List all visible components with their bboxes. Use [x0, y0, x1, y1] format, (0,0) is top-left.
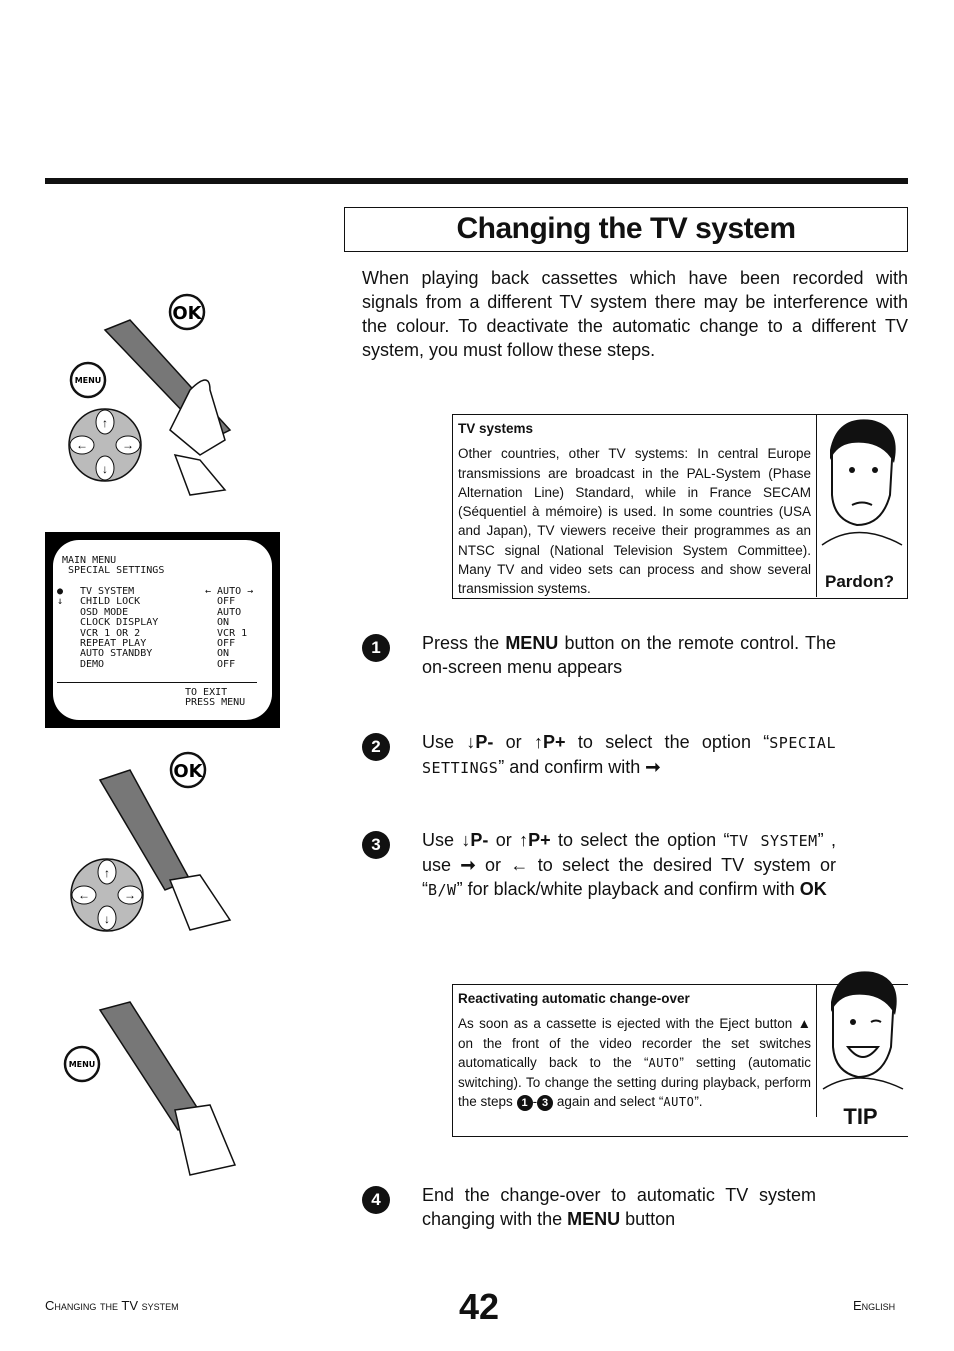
pardon-note-body: Other countries, other TV systems: In ce…	[458, 446, 811, 597]
step-number: 1	[362, 634, 390, 662]
p-minus-key: ↓P-	[466, 732, 494, 752]
remote-illustration-1: OK MENU ↑ ↓ ← →	[60, 290, 270, 500]
left-arrow-icon: ←	[510, 855, 529, 875]
step-ref-1: 1	[516, 1095, 533, 1112]
step-ref-3: 3	[537, 1095, 554, 1112]
step-number: 3	[362, 831, 390, 859]
tip-note: Reactivating automatic change-over As so…	[452, 971, 908, 1137]
osd-divider	[57, 682, 257, 683]
tip-note-body: As soon as a cassette is ejected with th…	[458, 1016, 812, 1112]
confused-mascot-icon	[821, 419, 903, 546]
pardon-note-heading: TV systems	[458, 421, 534, 436]
svg-text:→: →	[124, 888, 136, 902]
page-title: Changing the TV system	[456, 212, 796, 245]
osd-subtitle: SPECIAL SETTINGS	[62, 565, 165, 576]
pardon-label: Pardon?	[825, 572, 894, 591]
osd-row-label: DEMO	[80, 658, 105, 670]
p-plus-key: ↑P+	[534, 732, 566, 752]
remote-illustration-2: OK ↑ ↓ ← →	[60, 750, 270, 950]
svg-text:↓: ↓	[104, 912, 110, 926]
smiling-mascot-icon	[822, 971, 904, 1090]
remote-illustration-3: MENU	[60, 990, 260, 1190]
osd-row-marker: ↓	[57, 596, 64, 608]
svg-text:→: →	[122, 438, 134, 452]
osd-exit-line2: PRESS MENU	[185, 697, 246, 708]
eject-icon: ▲	[797, 1016, 811, 1032]
tip-label: TIP	[843, 1104, 878, 1129]
menu-key: MENU	[567, 1209, 621, 1229]
menu-key: MENU	[505, 633, 559, 653]
p-plus-key: ↑P+	[519, 830, 551, 850]
tip-note-heading: Reactivating automatic change-over	[458, 991, 690, 1006]
svg-text:↑: ↑	[102, 416, 108, 430]
svg-text:↓: ↓	[102, 462, 108, 476]
osd-row-value: OFF	[205, 658, 236, 670]
ok-key: OK	[799, 879, 827, 899]
svg-text:↑: ↑	[104, 866, 110, 880]
footer-language: English	[853, 1298, 896, 1313]
right-arrow-icon: ➞	[460, 855, 476, 875]
pardon-note: TV systems Other countries, other TV sys…	[452, 414, 908, 599]
intro-paragraph: When playing back cassettes which have b…	[362, 268, 908, 360]
menu-label-3: MENU	[69, 1060, 96, 1069]
ok-label: OK	[172, 303, 202, 324]
ok-label-2: OK	[173, 761, 203, 782]
on-screen-menu: MAIN MENU SPECIAL SETTINGS ● TV SYSTEM ← A…	[45, 532, 280, 728]
svg-text:←: ←	[78, 888, 90, 902]
footer-section-title: Changing the TV system	[45, 1298, 179, 1313]
right-arrow-icon: ➞	[645, 757, 661, 777]
svg-text:←: ←	[76, 438, 88, 452]
p-minus-key: ↓P-	[461, 830, 489, 850]
step-number: 2	[362, 733, 390, 761]
menu-label: MENU	[75, 376, 102, 385]
step-number: 4	[362, 1186, 390, 1214]
page-title-box: Changing the TV system	[344, 207, 908, 252]
page-number: 42	[459, 1286, 500, 1327]
header-rule	[45, 178, 908, 184]
